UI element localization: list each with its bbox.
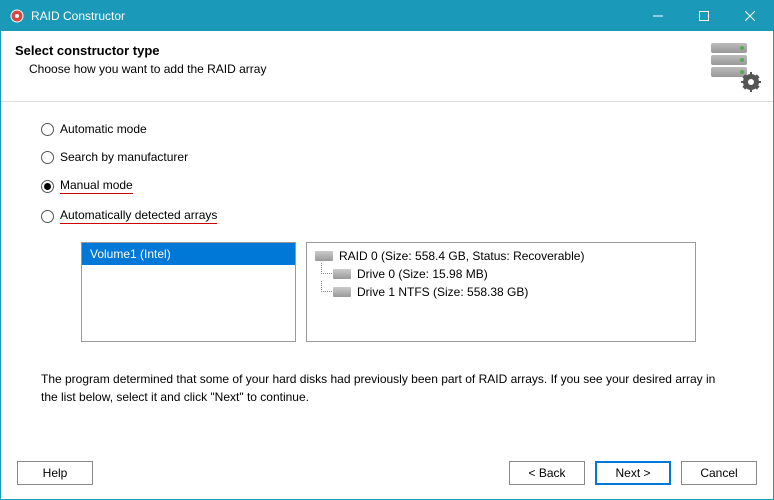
volume-item[interactable]: Volume1 (Intel) — [82, 243, 295, 265]
maximize-button[interactable] — [681, 1, 727, 31]
wizard-footer: Help < Back Next > Cancel — [1, 447, 773, 499]
wizard-content: Automatic mode Search by manufacturer Ma… — [1, 102, 773, 447]
option-manual[interactable]: Manual mode — [41, 178, 733, 194]
constructor-type-group: Automatic mode Search by manufacturer Ma… — [41, 122, 733, 224]
option-label: Search by manufacturer — [60, 150, 188, 164]
array-details: RAID 0 (Size: 558.4 GB, Status: Recovera… — [306, 242, 696, 342]
radio-icon — [41, 210, 54, 223]
volumes-list[interactable]: Volume1 (Intel) — [81, 242, 296, 342]
tree-child-label: Drive 1 NTFS (Size: 558.38 GB) — [357, 285, 528, 299]
option-label: Manual mode — [60, 178, 133, 194]
page-subtitle: Choose how you want to add the RAID arra… — [29, 62, 701, 76]
app-icon — [9, 8, 25, 24]
radio-icon — [41, 180, 54, 193]
help-button[interactable]: Help — [17, 461, 93, 485]
page-title: Select constructor type — [15, 43, 701, 58]
option-label: Automatically detected arrays — [60, 208, 217, 224]
option-label: Automatic mode — [60, 122, 147, 136]
tree-root-label: RAID 0 (Size: 558.4 GB, Status: Recovera… — [339, 249, 584, 263]
window-controls — [635, 1, 773, 31]
titlebar: RAID Constructor — [1, 1, 773, 31]
description-text: The program determined that some of your… — [41, 370, 733, 406]
tree-child[interactable]: Drive 1 NTFS (Size: 558.38 GB) — [333, 285, 687, 299]
option-auto-detected[interactable]: Automatically detected arrays — [41, 208, 733, 224]
close-button[interactable] — [727, 1, 773, 31]
drive-icon — [333, 269, 351, 279]
arrays-panels: Volume1 (Intel) RAID 0 (Size: 558.4 GB, … — [81, 242, 733, 342]
raid-icon — [315, 251, 333, 261]
gear-icon — [741, 72, 761, 95]
cancel-button[interactable]: Cancel — [681, 461, 757, 485]
minimize-button[interactable] — [635, 1, 681, 31]
tree-child[interactable]: Drive 0 (Size: 15.98 MB) — [333, 267, 687, 281]
wizard-header: Select constructor type Choose how you w… — [1, 31, 773, 102]
raid-disks-icon — [711, 43, 759, 91]
radio-icon — [41, 123, 54, 136]
drive-icon — [333, 287, 351, 297]
back-button[interactable]: < Back — [509, 461, 585, 485]
option-automatic[interactable]: Automatic mode — [41, 122, 733, 136]
tree-root[interactable]: RAID 0 (Size: 558.4 GB, Status: Recovera… — [315, 249, 687, 263]
radio-icon — [41, 151, 54, 164]
tree-child-label: Drive 0 (Size: 15.98 MB) — [357, 267, 488, 281]
window-title: RAID Constructor — [31, 9, 635, 23]
option-search-manufacturer[interactable]: Search by manufacturer — [41, 150, 733, 164]
next-button[interactable]: Next > — [595, 461, 671, 485]
